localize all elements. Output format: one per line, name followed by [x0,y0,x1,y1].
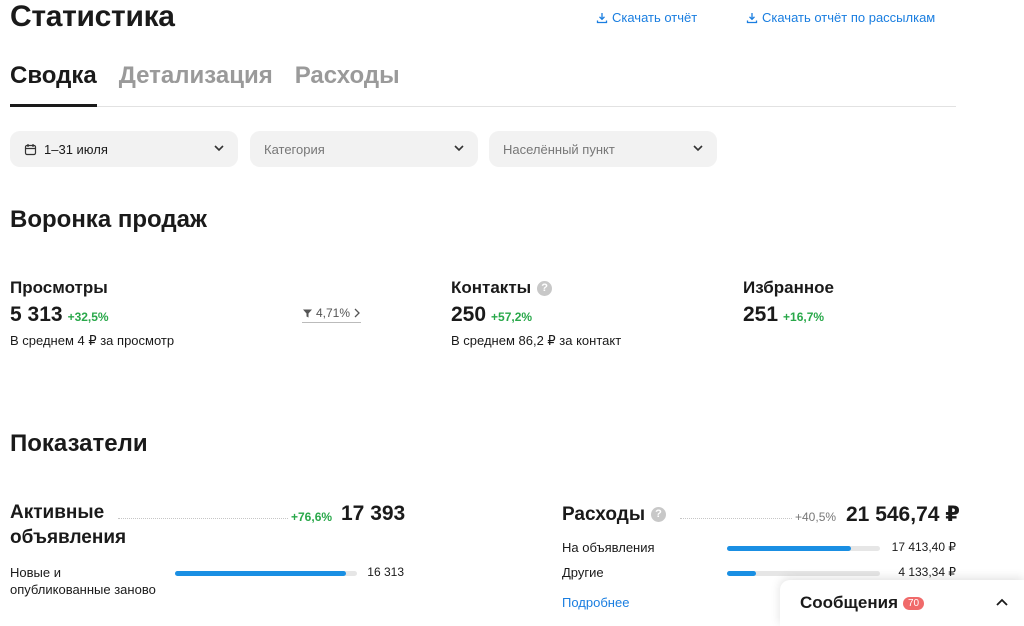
help-icon[interactable]: ? [651,507,667,523]
conversion-value: 4,71% [316,306,351,320]
active-ads-delta: +76,6% [291,510,333,524]
contacts-average: В среднем 86,2 ₽ за контакт [451,333,622,348]
ads-expense-bar-fill [727,546,851,551]
expenses-label: Расходы [562,504,646,525]
new-ads-bar-fill [175,571,347,576]
contacts-label: Контакты [451,278,532,297]
more-details-link[interactable]: Подробнее [562,595,629,610]
funnel-heading: Воронка продаж [10,206,207,233]
active-ads-value: 17 393 [341,502,406,525]
expenses-value: 21 546,74 ₽ [846,503,960,526]
category-select[interactable]: Категория [250,131,478,167]
calendar-icon [24,143,37,155]
ads-expense-bar [727,546,880,551]
chevron-down-icon [454,145,464,152]
new-ads-value: 16 313 [367,565,404,579]
expenses-delta: +40,5% [795,510,837,524]
favorites-label: Избранное [743,278,834,297]
views-delta: +32,5% [67,310,109,324]
favorites-value-group: 251 +16,7% [743,303,824,327]
active-ads-label: Активные объявления [10,502,127,548]
funnel-icon [303,309,312,317]
other-expense-bar-fill [727,571,757,576]
chevron-up-icon[interactable] [994,595,1010,611]
new-ads-bar [175,571,357,576]
messages-count-badge: 70 [902,596,925,610]
date-range-select[interactable]: 1–31 июля [10,131,238,167]
favorites-delta: +16,7% [783,310,825,324]
chevron-right-icon [354,308,360,318]
category-placeholder: Категория [264,141,325,157]
contacts-value-group: 250 +57,2% [451,303,532,327]
page-title: Статистика [10,0,175,33]
conversion-link[interactable]: 4,71% [302,306,362,323]
ads-expense-label: На объявления [562,540,655,555]
date-range-value: 1–31 июля [44,141,108,157]
dotted-leader [118,518,288,519]
location-select[interactable]: Населённый пункт [489,131,717,167]
contacts-label-group: Контакты? [451,278,553,298]
views-value: 5 313 [10,303,63,326]
chevron-down-icon [214,145,224,152]
ads-expense-value: 17 413,40 ₽ [891,540,956,554]
location-placeholder: Населённый пункт [503,141,615,157]
tab-summary[interactable]: Сводка [10,58,97,107]
chevron-down-icon [693,145,703,152]
download-icon [596,12,608,23]
dotted-leader [680,518,792,519]
contacts-delta: +57,2% [491,310,533,324]
tab-expenses[interactable]: Расходы [295,58,400,107]
expenses-label-group: Расходы? [562,502,667,527]
download-icon [746,12,758,23]
contacts-value: 250 [451,303,487,326]
messages-title: Сообщения [800,593,898,612]
views-label: Просмотры [10,278,108,297]
messages-panel[interactable]: Сообщения 70 [780,580,1024,626]
help-icon[interactable]: ? [537,281,553,297]
new-ads-label: Новые и опубликованные заново [10,565,156,597]
views-value-group: 5 313 +32,5% [10,303,109,327]
tab-details[interactable]: Детализация [119,58,273,107]
views-average: В среднем 4 ₽ за просмотр [10,333,175,348]
indicators-heading: Показатели [10,430,148,457]
other-expense-value: 4 133,34 ₽ [898,565,956,579]
tab-bar: Сводка Детализация Расходы [10,58,956,107]
download-report-label: Скачать отчёт [612,10,698,25]
download-mailing-report-label: Скачать отчёт по рассылкам [762,10,936,25]
download-mailing-report-link[interactable]: Скачать отчёт по рассылкам [746,10,935,25]
download-report-link[interactable]: Скачать отчёт [596,10,697,25]
favorites-value: 251 [743,303,779,326]
other-expense-bar [727,571,880,576]
other-expense-label: Другие [562,565,604,580]
